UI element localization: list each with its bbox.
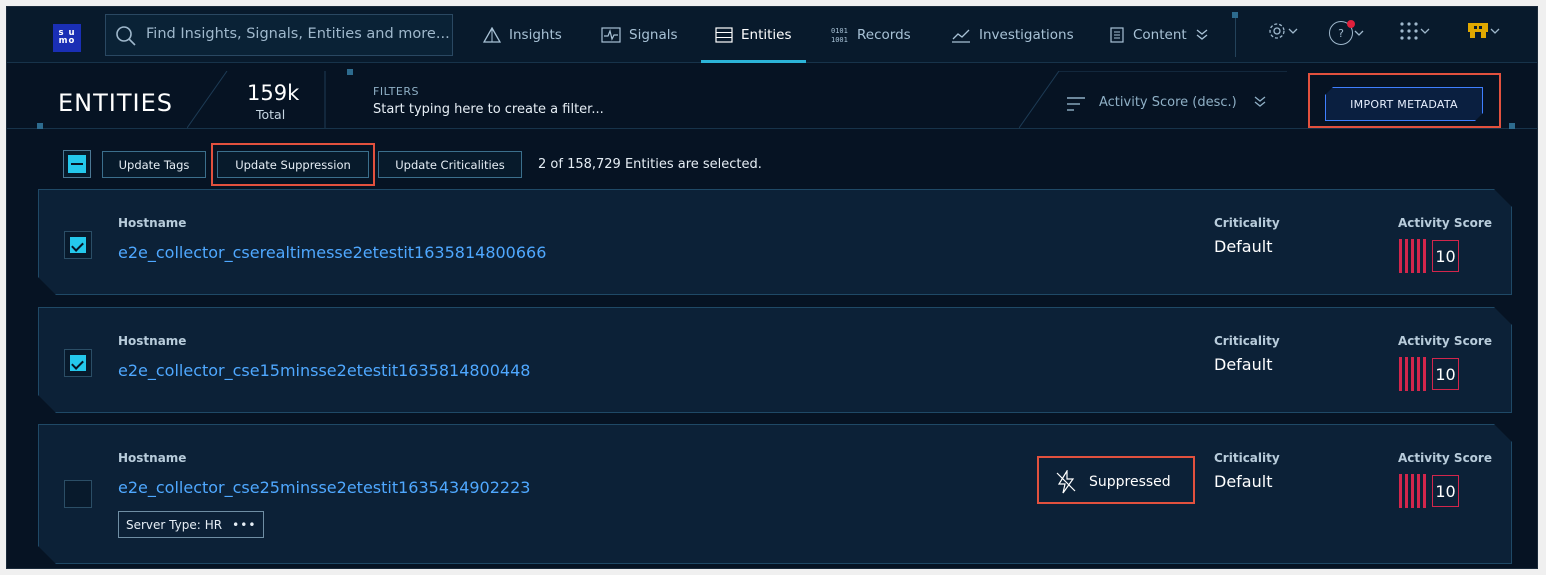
activity-score-value: 10 [1432,358,1459,390]
selection-info: 2 of 158,729 Entities are selected. [538,157,762,172]
decor-corner [347,69,353,75]
activity-score-value: 10 [1432,240,1459,272]
total-count: 159k [247,81,300,105]
criticality-label: Criticality [1214,216,1280,230]
activity-score-value: 10 [1432,475,1459,507]
nav-insights-label: Insights [509,27,562,43]
chevron-down-icon [1490,28,1500,34]
criticality-value: Default [1214,237,1273,256]
investigations-icon [952,29,970,43]
bulk-actions-bar: Update Tags Update Suppression Update Cr… [7,129,1537,187]
highlight-box [1037,456,1195,504]
svg-text:1001: 1001 [831,36,848,44]
hostname-label: Hostname [118,451,187,465]
select-all-checkbox[interactable] [63,150,91,178]
entities-icon [715,27,733,43]
activity-score-bars [1399,239,1427,273]
filters-label: FILTERS [373,85,419,98]
page-title: ENTITIES [58,89,173,117]
grid-icon [1400,22,1418,40]
chevron-down-icon [1420,28,1430,34]
entity-checkbox[interactable] [64,349,92,377]
sumo-logo[interactable]: s u mo [53,24,81,52]
help-icon: ? [1329,20,1355,45]
notification-dot [1347,20,1355,28]
double-chevron-down-icon [1196,29,1208,40]
filter-input[interactable]: Start typing here to create a filter... [373,102,604,117]
more-icon[interactable]: ••• [232,518,256,532]
activity-score-label: Activity Score [1398,216,1492,230]
indeterminate-mark [68,155,86,173]
sort-icon [1067,97,1085,111]
highlight-box [1308,73,1501,128]
activity-score-bars [1399,357,1427,391]
chevron-down-icon [1354,30,1364,36]
sort-label: Activity Score (desc.) [1099,95,1237,110]
criticality-value: Default [1214,472,1273,491]
entity-hostname-link[interactable]: e2e_collector_cserealtimesse2etestit1635… [118,243,546,262]
content-icon [1110,27,1124,43]
update-criticalities-button[interactable]: Update Criticalities [378,151,522,178]
entity-checkbox[interactable] [64,480,92,508]
activity-score-bars [1399,474,1427,508]
nav-content-label: Content [1133,27,1187,43]
apps-menu[interactable] [1399,21,1431,41]
nav-investigations[interactable]: Investigations [951,7,1074,63]
chevron-down-icon [1288,28,1298,34]
entity-card[interactable]: Hostname e2e_collector_cserealtimesse2et… [38,189,1512,295]
gear-icon [1269,23,1285,39]
decor-corner [1232,12,1238,18]
criticality-label: Criticality [1214,334,1280,348]
entity-card[interactable]: Hostname e2e_collector_cse25minsse2etest… [38,424,1512,564]
logo-line-2: mo [58,36,76,46]
nav-signals[interactable]: Signals [601,7,678,63]
criticality-value: Default [1214,355,1273,374]
user-menu[interactable] [1467,21,1501,41]
double-chevron-down-icon [1254,96,1266,107]
svg-text:0101: 0101 [831,27,848,35]
tag-value: HR [204,517,223,532]
activity-score-label: Activity Score [1398,451,1492,465]
global-search-input[interactable]: Find Insights, Signals, Entities and mor… [105,14,453,56]
entity-checkbox[interactable] [64,231,92,259]
hostname-label: Hostname [118,334,187,348]
top-nav: s u mo Find Insights, Signals, Entities … [7,7,1537,63]
page-header: ENTITIES 159k Total FILTERS Start typing… [7,63,1537,129]
nav-entities[interactable]: Entities [701,7,805,63]
insights-icon [483,27,501,43]
nav-content[interactable]: Content [1109,7,1217,63]
criticality-label: Criticality [1214,451,1280,465]
entity-hostname-link[interactable]: e2e_collector_cse25minsse2etestit1635434… [118,478,530,497]
highlight-box [211,143,375,186]
nav-records[interactable]: 0101 1001 Records [831,7,911,63]
entity-hostname-link[interactable]: e2e_collector_cse15minsse2etestit1635814… [118,361,530,380]
nav-divider [1235,13,1236,57]
nav-investigations-label: Investigations [979,27,1074,43]
help-glyph: ? [1338,26,1344,40]
avatar-icon [1468,23,1488,38]
entity-card[interactable]: Hostname e2e_collector_cse15minsse2etest… [38,307,1512,413]
nav-insights[interactable]: Insights [483,7,562,63]
activity-score-label: Activity Score [1398,334,1492,348]
nav-entities-label: Entities [741,27,792,43]
entity-tag[interactable]: Server Type: HR ••• [118,511,264,538]
settings-menu[interactable] [1267,21,1299,41]
signals-icon [601,27,621,43]
update-tags-button[interactable]: Update Tags [102,151,206,178]
nav-records-label: Records [857,27,911,43]
nav-signals-label: Signals [629,27,678,43]
search-placeholder: Find Insights, Signals, Entities and mor… [146,26,450,42]
help-menu[interactable]: ? [1329,20,1365,45]
records-icon: 0101 1001 [831,27,848,44]
tag-key: Server Type: [126,517,201,532]
app-window: s u mo Find Insights, Signals, Entities … [6,6,1538,569]
hostname-label: Hostname [118,216,187,230]
total-label: Total [256,107,286,122]
search-icon [116,26,136,46]
